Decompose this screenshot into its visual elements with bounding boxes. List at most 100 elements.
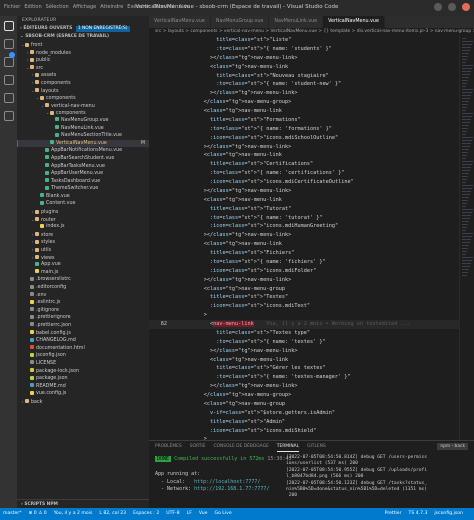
code-line[interactable]: title=class="st">"Formations" [149, 116, 459, 125]
explorer-icon[interactable] [3, 21, 14, 31]
network-url[interactable]: http://192.168.1.77:7777/ [194, 486, 269, 492]
code-line[interactable]: ></class="tg">nav-menu-link> [149, 54, 459, 63]
code-line[interactable]: > [149, 311, 459, 320]
code-line[interactable]: :icon=class="st">"icons.mdiSchoolOutline… [149, 134, 459, 143]
tree-folder[interactable]: › assets [17, 71, 149, 79]
tree-file[interactable]: NavMenuGroup.vue [17, 117, 149, 125]
code-line[interactable]: title=class="st">"Textes type" [149, 329, 459, 338]
code-line[interactable]: title=class="st">"Textes" [149, 293, 459, 302]
code-line[interactable]: :to=class="st">"{ name: 'textes-manager'… [149, 373, 459, 382]
status-item[interactable]: Espaces : 2 [133, 511, 159, 516]
code-line[interactable]: <class="tg">nav-menu-link [149, 151, 459, 160]
tree-file[interactable]: jsconfig.json [17, 352, 149, 360]
code-line[interactable]: </class="tg">nav-menu-group> [149, 391, 459, 400]
tree-file[interactable]: AppBarUserMenu.vue [17, 170, 149, 178]
tree-file[interactable]: ThemeSwitcher.vue [17, 185, 149, 193]
tree-folder[interactable]: ⌄ vertical-nav-menu [17, 102, 149, 110]
tree-file[interactable]: package.json [17, 375, 149, 383]
run-debug-icon[interactable] [3, 75, 14, 85]
tree-file[interactable]: .env [17, 292, 149, 300]
code-line[interactable]: <class="tg">nav-menu-link [149, 107, 459, 116]
code-line[interactable]: ></class="tg">nav-menu-link> [149, 347, 459, 356]
remote-explorer-icon[interactable] [3, 111, 14, 121]
tree-file[interactable]: .prettierignore [17, 314, 149, 322]
code-line[interactable]: :icon=class="st">"icons.mdiText" [149, 302, 459, 311]
terminal-selector[interactable]: npm - back [437, 443, 468, 450]
terminal-right[interactable]: [2022-07-05T08:54:50.814Z] debug GET /us… [286, 455, 466, 500]
tree-file[interactable]: babel.config.js [17, 330, 149, 338]
tree-file[interactable]: .browserslistrc [17, 276, 149, 284]
extensions-icon[interactable] [3, 93, 14, 103]
tree-folder[interactable]: › plugins [17, 208, 149, 216]
tree-folder[interactable]: › utils [17, 246, 149, 254]
search-icon[interactable] [3, 39, 14, 49]
code-line[interactable]: :to=class="st">"{ name: 'students' }" [149, 45, 459, 54]
code-line[interactable]: <class="tg">nav-menu-link [149, 63, 459, 72]
tree-file[interactable]: vue.config.js [17, 390, 149, 398]
open-editors-section[interactable]: › ÉDITEURS OUVERTS 1 NON ENREGISTRÉ(S) [17, 25, 149, 33]
code-editor[interactable]: title=class="st">"Liste" :to=class="st">… [149, 36, 459, 440]
status-item[interactable]: Vue [199, 511, 208, 516]
code-line[interactable]: :to=class="st">"{ name: 'certifications'… [149, 169, 459, 178]
tree-file[interactable]: Blank.vue [17, 193, 149, 201]
code-line[interactable]: :to=class="st">"{ name: 'fichiers' }" [149, 258, 459, 267]
editor-tab[interactable]: NavMenuLink.vue [269, 16, 324, 28]
code-line[interactable]: 82 <nav-menu-link You, il y a 2 mois • W… [149, 320, 459, 329]
code-line[interactable]: :icon=class="st">"icons.mdiCertificateOu… [149, 178, 459, 187]
tree-folder[interactable]: › back [17, 398, 149, 406]
panel-tab[interactable]: SORTIE [190, 441, 206, 452]
tree-file[interactable]: NavMenuSectionTitle.vue [17, 132, 149, 140]
status-item[interactable]: TS 4.7.3 [409, 511, 428, 516]
editor-tab[interactable]: NavMenuGroup.vue [210, 16, 270, 28]
tree-folder[interactable]: › store [17, 231, 149, 239]
tree-file[interactable]: .gitignore [17, 307, 149, 315]
tree-file[interactable]: NavMenuLink.vue [17, 125, 149, 133]
tree-file[interactable]: CHANGELOG.md [17, 337, 149, 345]
code-line[interactable]: </class="tg">nav-menu-group> [149, 98, 459, 107]
status-item[interactable]: Prettier [385, 511, 402, 516]
code-line[interactable]: <class="tg">nav-menu-link [149, 196, 459, 205]
tree-folder[interactable]: ⌄ components [17, 94, 149, 102]
tree-file[interactable]: TasksDashboard.vue [17, 178, 149, 186]
status-item[interactable]: jsconfig.json [434, 511, 463, 516]
tree-file[interactable]: AppBarTasksMenu.vue [17, 163, 149, 171]
code-line[interactable]: title=class="st">"Gérer les textes" [149, 364, 459, 373]
code-line[interactable]: ></class="tg">nav-menu-link> [149, 382, 459, 391]
code-line[interactable]: title=class="st">"Admin" [149, 418, 459, 427]
code-line[interactable]: :to=class="st">"{ name: 'textes' }" [149, 338, 459, 347]
code-line[interactable]: ></class="tg">nav-menu-link> [149, 187, 459, 196]
tree-file[interactable]: .prettierrc.json [17, 322, 149, 330]
code-line[interactable]: :icon=class="st">"icons.mdiFolder" [149, 267, 459, 276]
code-line[interactable]: v-if=class="st">"$store.getters.isAdmin" [149, 409, 459, 418]
code-line[interactable]: <class="tg">nav-menu-link [149, 356, 459, 365]
minimap[interactable] [459, 36, 474, 440]
code-line[interactable]: title=class="st">"Tutorat" [149, 205, 459, 214]
tree-folder[interactable]: › views [17, 254, 149, 262]
tree-file[interactable]: AppBarNotificationsMenu.vue [17, 147, 149, 155]
status-item[interactable]: UTF-8 [166, 511, 179, 516]
code-line[interactable]: <class="tg">nav-menu-link [149, 240, 459, 249]
panel-tab[interactable]: GITLENS [307, 441, 326, 452]
code-line[interactable]: title=class="st">"Liste" [149, 36, 459, 45]
tree-file[interactable]: documentation.html [17, 345, 149, 353]
panel-tab[interactable]: CONSOLE DE DÉBOGAGE [213, 441, 268, 452]
status-item[interactable]: master* [3, 511, 22, 516]
panel-tab[interactable]: TERMINAL [276, 441, 300, 452]
code-line[interactable]: :to=class="st">"{ name: 'student-new' }" [149, 80, 459, 89]
tree-file[interactable]: package-lock.json [17, 368, 149, 376]
tree-file[interactable]: .eslintrc.js [17, 299, 149, 307]
code-line[interactable]: ></class="tg">nav-menu-link> [149, 231, 459, 240]
minimize-button[interactable] [434, 3, 442, 11]
tree-folder[interactable]: ⌄ router [17, 216, 149, 224]
tree-file[interactable]: main.js [17, 269, 149, 277]
code-line[interactable]: :to=class="st">"{ name: 'formations' }" [149, 125, 459, 134]
editor-tab[interactable]: VerticalNavMenu.vue [149, 16, 211, 28]
code-line[interactable]: ></class="tg">nav-menu-link> [149, 143, 459, 152]
code-line[interactable]: ></class="tg">nav-menu-link> [149, 276, 459, 285]
tree-folder[interactable]: ⌄ layouts [17, 87, 149, 95]
tree-file[interactable]: .editorconfig [17, 284, 149, 292]
tree-file[interactable]: Content.vue [17, 200, 149, 208]
tree-folder[interactable]: › components [17, 79, 149, 87]
tree-folder[interactable]: ⌄ src [17, 64, 149, 72]
tree-file[interactable]: LICENSE [17, 360, 149, 368]
